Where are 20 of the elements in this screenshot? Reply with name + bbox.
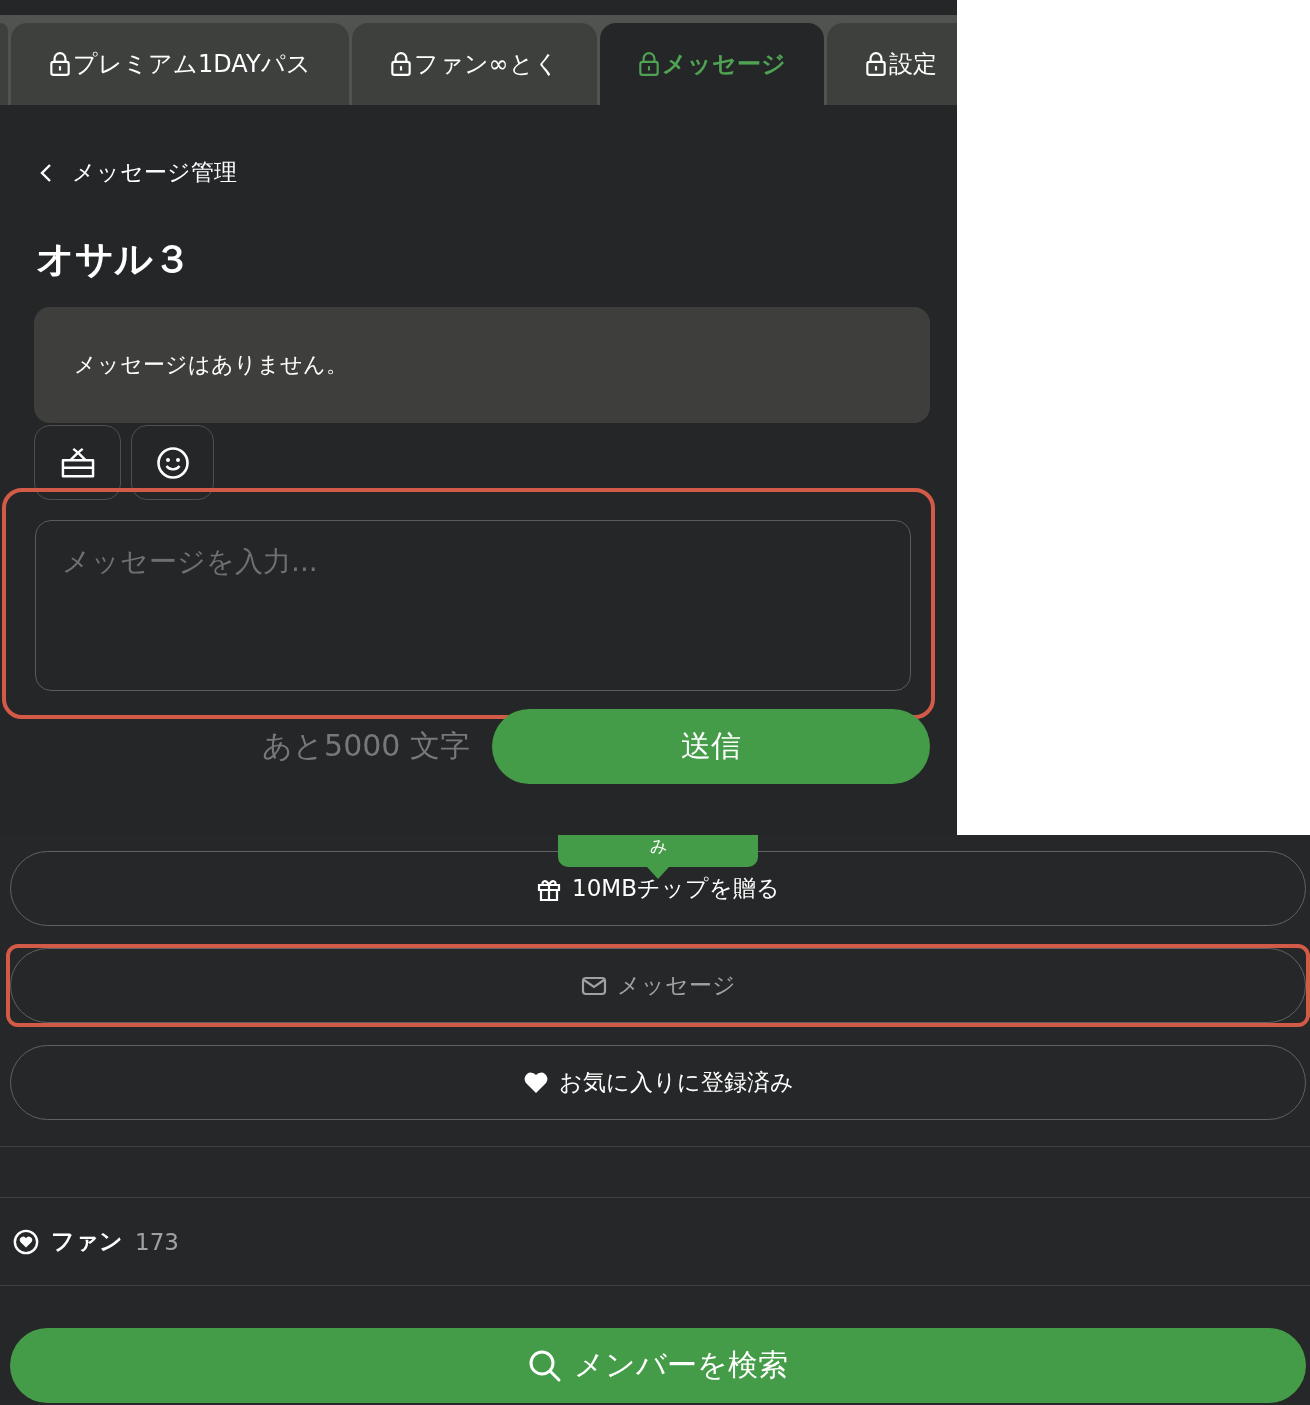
fans-label: ファン: [51, 1227, 123, 1256]
tab[interactable]: メッセージ: [599, 23, 824, 105]
tab[interactable]: ファン∞とく: [351, 23, 597, 105]
tab[interactable]: 設定: [826, 23, 957, 105]
conversation-title: オサル３: [36, 236, 192, 283]
message-input[interactable]: メッセージを入力...: [35, 520, 911, 691]
chevron-left-icon: [40, 162, 52, 183]
action-button[interactable]: お気に入りに登録済み: [10, 1045, 1306, 1120]
back-link[interactable]: メッセージ管理: [40, 157, 237, 188]
smiley-button[interactable]: [131, 425, 214, 500]
envelope-icon: [580, 974, 607, 997]
gift-box-button[interactable]: [34, 425, 121, 500]
character-counter: あと5000 文字: [262, 727, 470, 765]
fans-count: 173: [135, 1228, 179, 1255]
search-icon: [528, 1348, 562, 1383]
smiley-icon: [155, 445, 190, 480]
heart-icon: [522, 1070, 549, 1095]
empty-message: メッセージはありません。: [74, 351, 348, 379]
heart-badge-icon: [13, 1228, 39, 1255]
tab[interactable]: プレミアム1DAYパス: [11, 23, 349, 105]
